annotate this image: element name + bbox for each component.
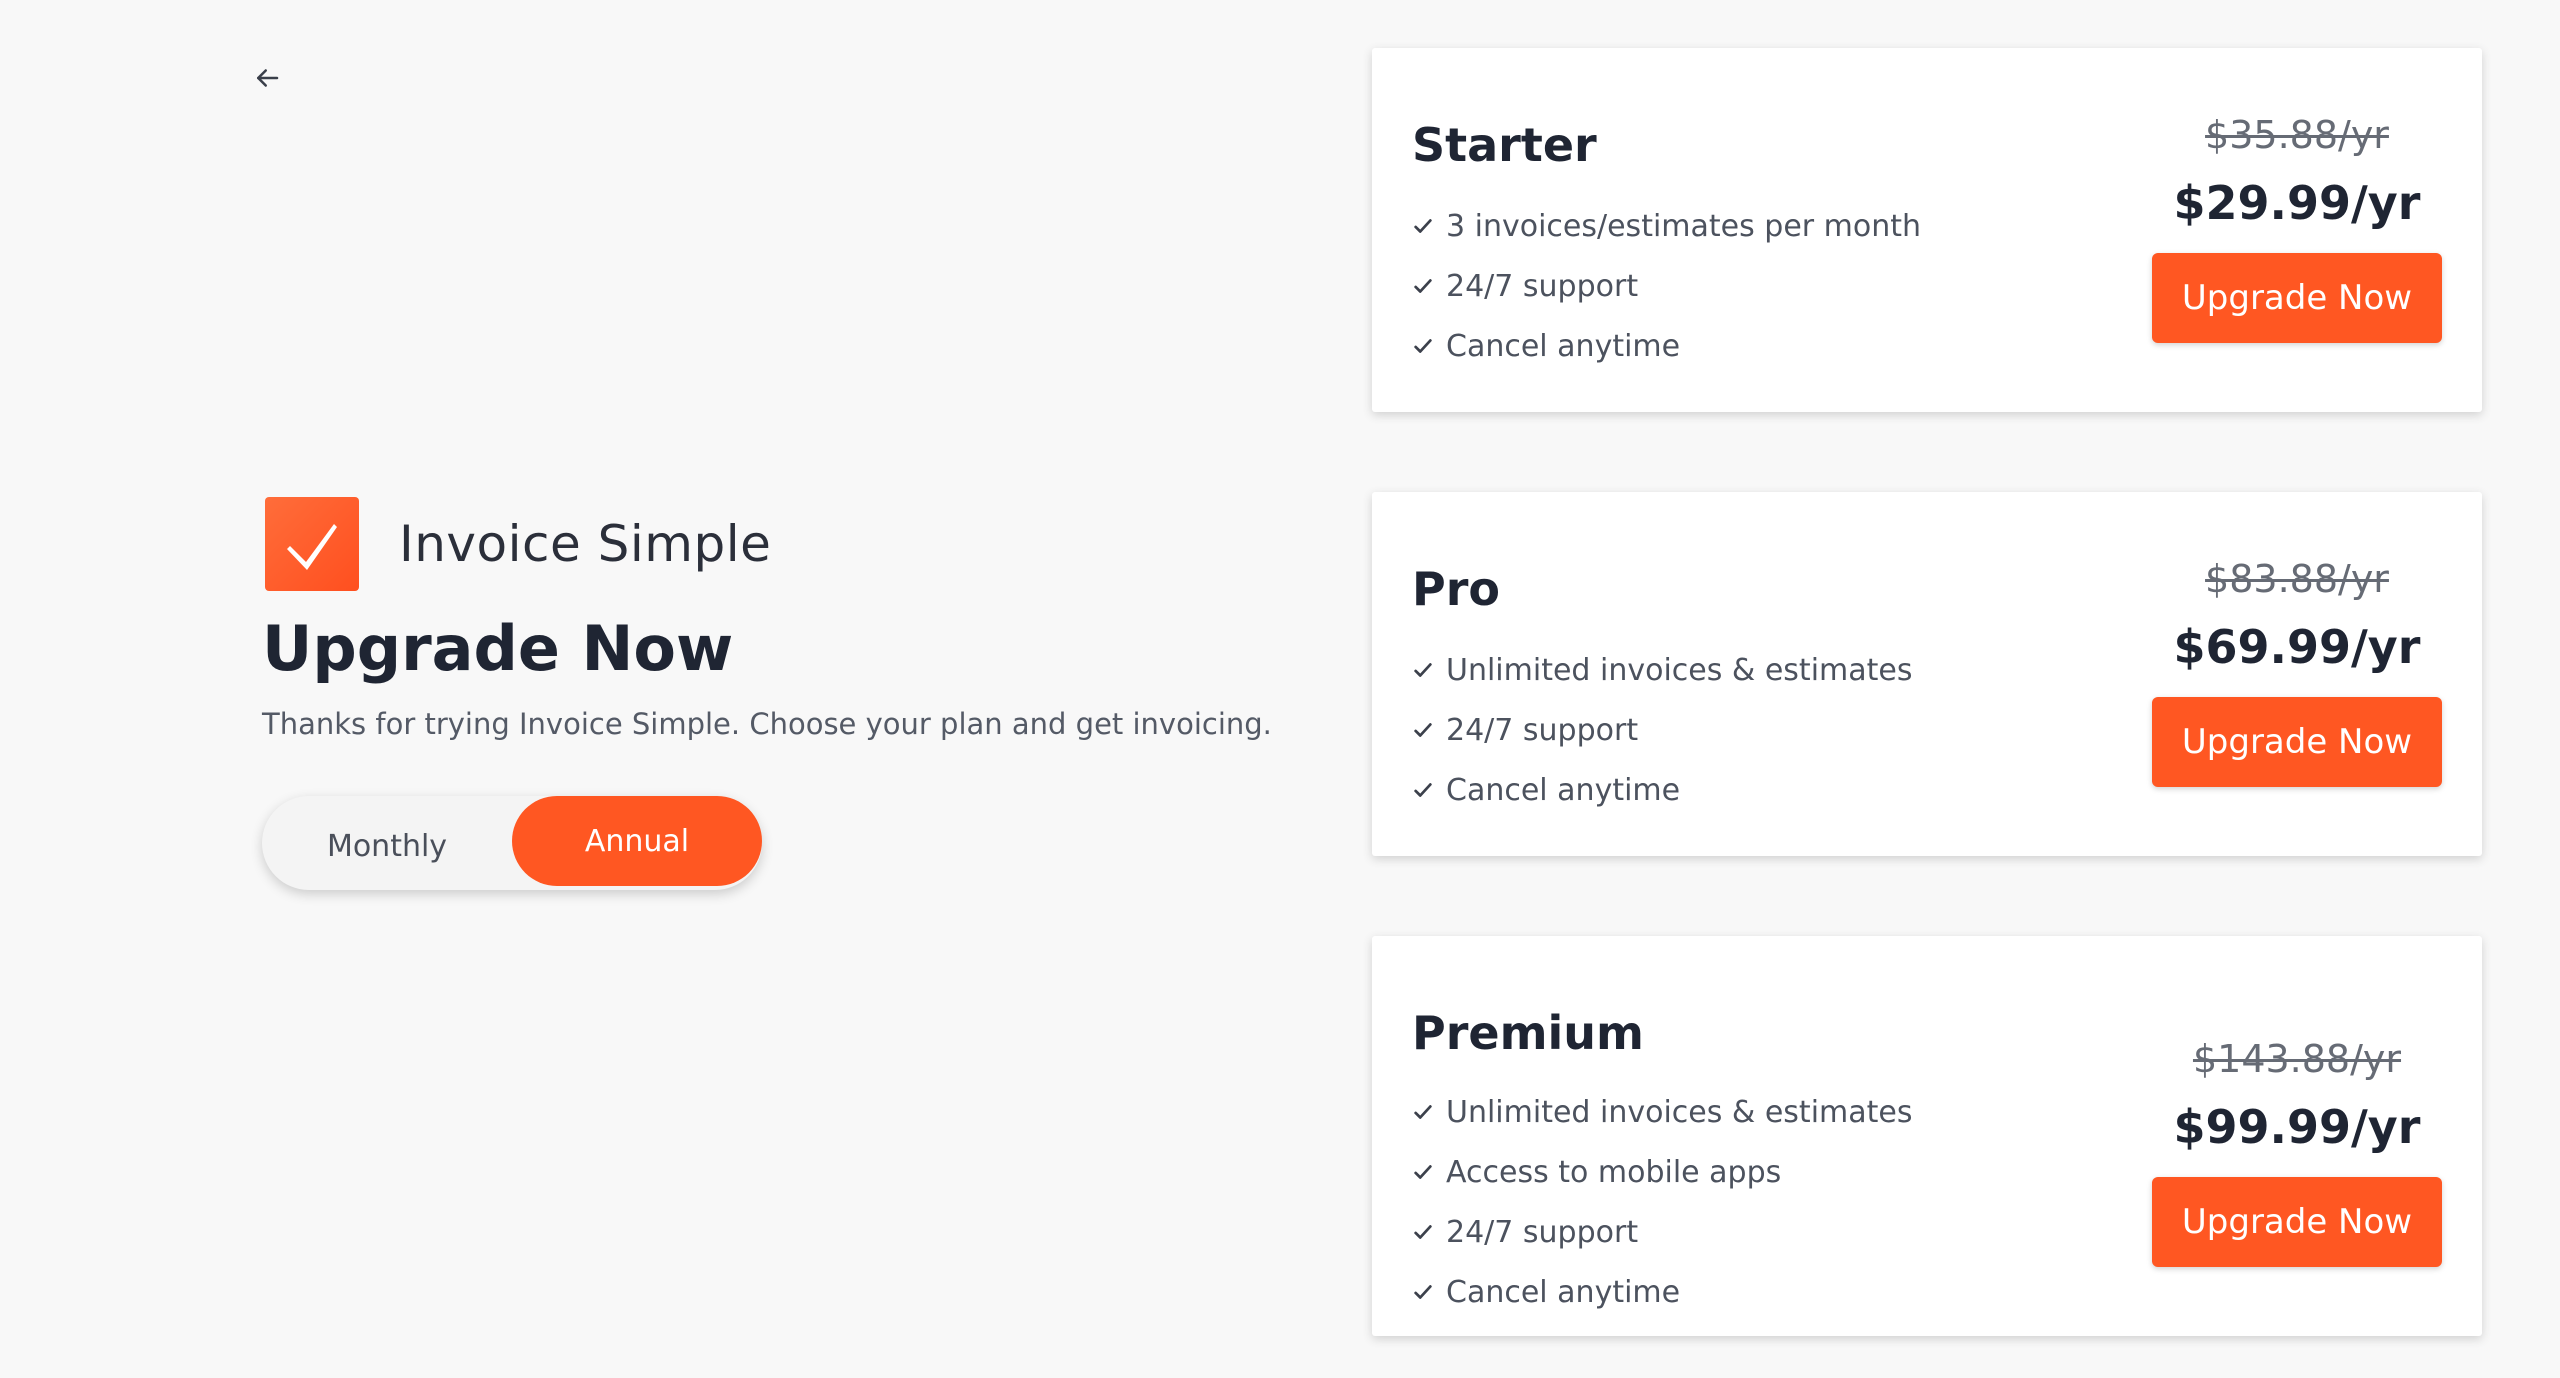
price-column: $83.88/yr $69.99/yr Upgrade Now bbox=[2152, 557, 2442, 788]
check-icon bbox=[1414, 1285, 1432, 1299]
arrow-left-icon bbox=[257, 69, 279, 87]
feature-item: 24/7 support bbox=[1412, 700, 1912, 760]
discounted-price: $29.99/yr bbox=[2173, 176, 2421, 230]
price-column: $143.88/yr $99.99/yr Upgrade Now bbox=[2152, 1037, 2442, 1268]
check-icon bbox=[1414, 723, 1432, 737]
billing-toggle: Monthly Annual bbox=[262, 796, 762, 890]
brand: Invoice Simple bbox=[265, 497, 771, 591]
feature-item: 3 invoices/estimates per month bbox=[1412, 196, 1921, 256]
plan-name: Pro bbox=[1412, 562, 1501, 616]
feature-item: Unlimited invoices & estimates bbox=[1412, 640, 1912, 700]
feature-item: Unlimited invoices & estimates bbox=[1412, 1082, 1912, 1142]
feature-text: 3 invoices/estimates per month bbox=[1446, 208, 1922, 244]
feature-text: Cancel anytime bbox=[1446, 1274, 1681, 1310]
feature-list: Unlimited invoices & estimates 24/7 supp… bbox=[1412, 640, 1912, 820]
plan-card-pro: Pro Unlimited invoices & estimates 24/7 … bbox=[1372, 492, 2482, 856]
feature-text: 24/7 support bbox=[1446, 1214, 1639, 1250]
check-icon bbox=[1414, 279, 1432, 293]
page-subtitle: Thanks for trying Invoice Simple. Choose… bbox=[262, 707, 1272, 741]
feature-text: Access to mobile apps bbox=[1446, 1154, 1782, 1190]
billing-option-annual[interactable]: Annual bbox=[512, 796, 762, 886]
feature-text: Unlimited invoices & estimates bbox=[1446, 1094, 1913, 1130]
plan-card-starter: Starter 3 invoices/estimates per month 2… bbox=[1372, 48, 2482, 412]
checkbox-logo-icon bbox=[265, 497, 359, 591]
check-icon bbox=[1414, 339, 1432, 353]
back-button[interactable] bbox=[252, 58, 282, 98]
feature-item: Cancel anytime bbox=[1412, 760, 1912, 820]
upgrade-now-button-pro[interactable]: Upgrade Now bbox=[2152, 697, 2442, 788]
feature-list: Unlimited invoices & estimates Access to… bbox=[1412, 1082, 1912, 1322]
check-icon bbox=[1414, 219, 1432, 233]
price-column: $35.88/yr $29.99/yr Upgrade Now bbox=[2152, 113, 2442, 344]
feature-item: Cancel anytime bbox=[1412, 1262, 1912, 1322]
feature-list: 3 invoices/estimates per month 24/7 supp… bbox=[1412, 196, 1921, 376]
feature-text: 24/7 support bbox=[1446, 268, 1639, 304]
feature-text: 24/7 support bbox=[1446, 712, 1639, 748]
billing-option-monthly[interactable]: Monthly bbox=[262, 796, 512, 890]
feature-text: Unlimited invoices & estimates bbox=[1446, 652, 1913, 688]
discounted-price: $99.99/yr bbox=[2173, 1100, 2421, 1154]
original-price: $83.88/yr bbox=[2205, 557, 2389, 601]
page-title: Upgrade Now bbox=[262, 612, 734, 685]
check-icon bbox=[1414, 663, 1432, 677]
original-price: $35.88/yr bbox=[2205, 113, 2389, 157]
check-icon bbox=[1414, 1105, 1432, 1119]
feature-item: Cancel anytime bbox=[1412, 316, 1921, 376]
upgrade-now-button-premium[interactable]: Upgrade Now bbox=[2152, 1177, 2442, 1268]
plan-name: Starter bbox=[1412, 118, 1597, 172]
feature-item: 24/7 support bbox=[1412, 256, 1921, 316]
check-icon bbox=[1414, 1165, 1432, 1179]
feature-item: Access to mobile apps bbox=[1412, 1142, 1912, 1202]
feature-text: Cancel anytime bbox=[1446, 328, 1681, 364]
feature-item: 24/7 support bbox=[1412, 1202, 1912, 1262]
upgrade-now-button-starter[interactable]: Upgrade Now bbox=[2152, 253, 2442, 344]
brand-name: Invoice Simple bbox=[399, 515, 772, 573]
discounted-price: $69.99/yr bbox=[2173, 620, 2421, 674]
original-price: $143.88/yr bbox=[2192, 1037, 2402, 1081]
plan-name: Premium bbox=[1412, 1006, 1644, 1060]
plan-card-premium: Premium Unlimited invoices & estimates A… bbox=[1372, 936, 2482, 1336]
feature-text: Cancel anytime bbox=[1446, 772, 1681, 808]
check-icon bbox=[1414, 783, 1432, 797]
check-icon bbox=[1414, 1225, 1432, 1239]
